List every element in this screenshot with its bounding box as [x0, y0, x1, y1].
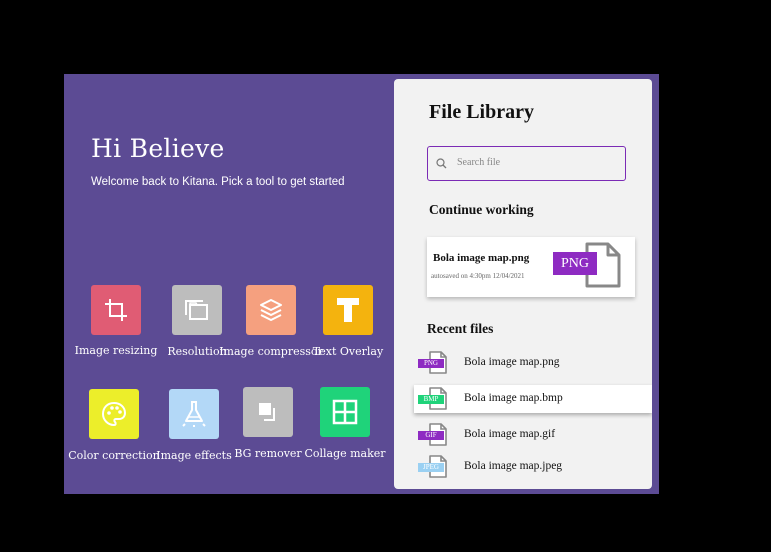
search-icon [436, 158, 447, 169]
tool-image-resizing[interactable]: Image resizing [75, 285, 157, 357]
palette-icon [101, 401, 127, 427]
continue-file-card[interactable]: Bola image map.png autosaved on 4:30pm 1… [427, 237, 635, 297]
tool-text-overlay[interactable]: Text Overlay [313, 285, 383, 358]
panel-title: File Library [429, 101, 534, 123]
recent-file-item[interactable]: PNG Bola image map.png [414, 349, 652, 377]
tool-label: Color correction [68, 449, 160, 462]
layers-stack-icon [185, 300, 208, 320]
recent-file-name: Bola image map.gif [464, 428, 556, 440]
tool-color-correction[interactable]: Color correction [68, 389, 160, 462]
tool-label: Resolution [167, 345, 227, 358]
tool-tile[interactable] [91, 285, 141, 335]
continue-file-meta: autosaved on 4:30pm 12/04/2021 [431, 272, 525, 280]
recent-file-name: Bola image map.png [464, 356, 560, 368]
recent-file-item[interactable]: BMP Bola image map.bmp [414, 385, 652, 413]
recent-file-name: Bola image map.jpeg [464, 460, 563, 472]
recent-files-heading: Recent files [427, 321, 494, 336]
tool-label: Image effects [156, 449, 232, 462]
tool-image-effects[interactable]: Image effects [156, 389, 232, 462]
tool-resolution[interactable]: Resolution [167, 285, 227, 358]
search-placeholder: Search file [457, 157, 501, 168]
file-type-tag: BMP [418, 395, 444, 404]
tool-label: Collage maker [304, 447, 386, 460]
tool-label: Image compressor [219, 345, 323, 358]
file-type-tag: JPEG [418, 463, 444, 472]
tool-label: BG remover [234, 447, 302, 460]
tool-tile[interactable] [323, 285, 373, 335]
greeting-title: Hi Believe [91, 134, 225, 163]
continue-file-name: Bola image map.png [433, 252, 530, 264]
crop-icon [105, 299, 127, 321]
tool-tile[interactable] [243, 387, 293, 437]
tool-tile[interactable] [89, 389, 139, 439]
search-input[interactable]: Search file [427, 146, 626, 181]
file-type-badge: PNG [553, 252, 597, 275]
recent-file-item[interactable]: GIF Bola image map.gif [414, 421, 652, 449]
file-library-panel: File Library Search file Continue workin… [394, 79, 652, 489]
tool-collage-maker[interactable]: Collage maker [304, 387, 386, 460]
welcome-subtitle: Welcome back to Kitana. Pick a tool to g… [91, 176, 345, 188]
tool-tile[interactable] [172, 285, 222, 335]
recent-file-name: Bola image map.bmp [464, 392, 563, 404]
continue-working-heading: Continue working [429, 202, 534, 217]
tool-tile[interactable] [246, 285, 296, 335]
tool-bg-remover[interactable]: BG remover [234, 387, 302, 460]
recent-file-item[interactable]: JPEG Bola image map.jpeg [414, 453, 652, 481]
text-t-icon [337, 298, 359, 322]
file-type-tag: PNG [418, 359, 444, 368]
tool-tile[interactable] [320, 387, 370, 437]
tool-label: Image resizing [74, 344, 158, 357]
grid-icon [332, 399, 358, 425]
tool-label: Text Overlay [312, 345, 384, 358]
file-type-tag: GIF [418, 431, 444, 440]
tool-tile[interactable] [169, 389, 219, 439]
flask-icon [182, 401, 206, 427]
bg-remove-icon [259, 403, 275, 421]
stack-icon [260, 299, 282, 321]
tool-image-compressor[interactable]: Image compressor [219, 285, 323, 358]
